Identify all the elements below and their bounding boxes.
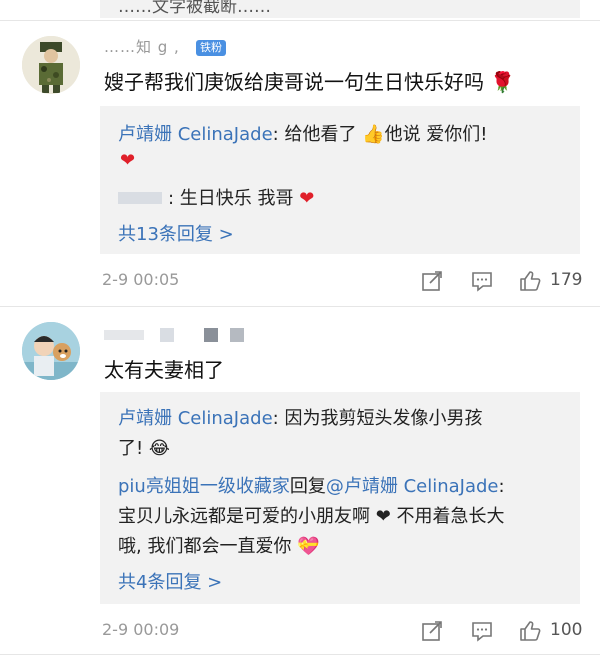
blurred-username [204, 328, 218, 342]
reply-text: : 给他看了 👍他说 爱你们! [272, 124, 488, 145]
comment-text: 太有夫妻相了 [104, 358, 224, 382]
divider [0, 654, 600, 655]
like-count: 100 [550, 620, 583, 640]
reply-text-continued: 宝贝儿永远都是可爱的小朋友啊 ❤ 不用着急长大 [118, 506, 505, 527]
avatar-image [22, 322, 80, 380]
comment-time: 2-9 00:05 [102, 270, 180, 289]
reply-author[interactable]: piu亮姐姐一级收藏家 [118, 476, 290, 497]
more-replies-link[interactable]: 共13条回复 > [118, 220, 234, 246]
reply-text-continued: 哦, 我们都会一直爱你 💝 [118, 536, 320, 557]
previous-reply-text: ……文字被截断…… [118, 0, 271, 17]
reply-text-continued: 了! 😂 [118, 438, 170, 459]
reply-text: : [498, 476, 505, 497]
reply-box[interactable]: 卢靖姗 CelinaJade: 因为我剪短头发像小男孩 了! 😂 piu亮姐姐一… [100, 392, 580, 604]
divider [0, 306, 600, 307]
avatar-image [22, 36, 80, 94]
reply-line: 卢靖姗 CelinaJade: 给他看了 👍他说 爱你们! [118, 120, 488, 146]
blurred-username [118, 192, 162, 204]
reply-author[interactable]: 卢靖姗 CelinaJade [118, 408, 273, 429]
share-icon[interactable] [420, 619, 444, 643]
blurred-username [104, 330, 144, 340]
reply-keyword: 回复 [289, 476, 326, 497]
like-icon[interactable] [518, 269, 542, 293]
heart-emoji-icon: ❤ [299, 188, 315, 209]
reply-text: : 因为我剪短头发像小男孩 [272, 408, 483, 429]
previous-reply-box: ……文字被截断…… [100, 0, 580, 18]
comment-meta: 2-9 00:09 100 [100, 618, 583, 644]
avatar[interactable] [22, 36, 80, 94]
avatar[interactable] [22, 322, 80, 380]
comment-meta: 2-9 00:05 179 [100, 268, 583, 294]
reply-line: : 生日快乐 我哥 ❤ [118, 184, 314, 210]
comment-icon[interactable] [470, 619, 494, 643]
heart-emoji-icon: ❤ [120, 150, 136, 171]
comment-time: 2-9 00:09 [102, 620, 180, 639]
divider [0, 20, 600, 21]
reply-mention[interactable]: @卢靖姗 CelinaJade [326, 476, 499, 497]
reply-box[interactable]: 卢靖姗 CelinaJade: 给他看了 👍他说 爱你们! ❤ : 生日快乐 我… [100, 106, 580, 254]
reply-text: : 生日快乐 我哥 [168, 188, 294, 209]
reply-line: 卢靖姗 CelinaJade: 因为我剪短头发像小男孩 [118, 404, 482, 430]
username[interactable]: ……知 g , [104, 36, 180, 57]
like-count: 179 [550, 270, 583, 290]
like-icon[interactable] [518, 619, 542, 643]
more-replies-link[interactable]: 共4条回复 > [118, 568, 222, 594]
reply-line: piu亮姐姐一级收藏家回复@卢靖姗 CelinaJade: [118, 472, 505, 498]
blurred-username [230, 328, 244, 342]
fan-badge: 铁粉 [196, 40, 226, 56]
comment-text: 嫂子帮我们庚饭给庚哥说一句生日快乐好吗 🌹 [104, 70, 516, 94]
blurred-username [160, 328, 174, 342]
comment-icon[interactable] [470, 269, 494, 293]
share-icon[interactable] [420, 269, 444, 293]
reply-author[interactable]: 卢靖姗 CelinaJade [118, 124, 273, 145]
